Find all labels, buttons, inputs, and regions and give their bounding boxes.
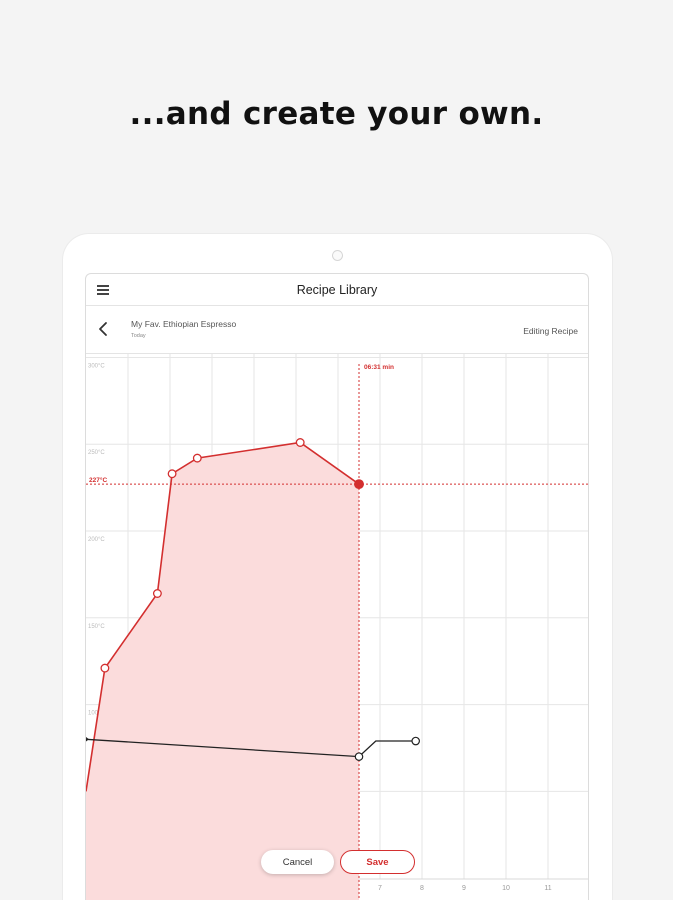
- temperature-point-handle[interactable]: [295, 438, 305, 447]
- recipe-date: Today: [131, 333, 146, 339]
- selected-point-handle[interactable]: [354, 479, 364, 490]
- secondary-point-handle[interactable]: [411, 736, 421, 746]
- headline: ...and create your own.: [129, 96, 544, 132]
- editing-status: Editing Recipe: [523, 326, 578, 336]
- temperature-point-handle[interactable]: [100, 663, 110, 673]
- x-tick-label: 9: [462, 885, 466, 892]
- recipe-bar: My Fav. Ethiopian Espresso Today Editing…: [86, 306, 588, 354]
- y-tick-label: 150°C: [88, 624, 105, 630]
- roast-profile-chart[interactable]: 300°C250°C200°C150°C100°C50°C12345678910…: [86, 354, 589, 900]
- top-app-bar: Recipe Library: [86, 274, 588, 306]
- save-button[interactable]: Save: [340, 850, 415, 874]
- page-title: Recipe Library: [296, 282, 378, 297]
- hamburger-menu-icon[interactable]: [97, 285, 109, 295]
- roast-profile-svg[interactable]: 300°C250°C200°C150°C100°C50°C12345678910…: [86, 354, 589, 900]
- app-screen: Recipe Library My Fav. Ethiopian Espress…: [85, 273, 589, 900]
- cursor-time-label: 06:31 min: [364, 364, 394, 371]
- chevron-left-icon[interactable]: [96, 320, 112, 338]
- temperature-point-handle[interactable]: [167, 469, 177, 479]
- temperature-area: [86, 442, 359, 900]
- tablet-frame: Recipe Library My Fav. Ethiopian Espress…: [63, 234, 612, 900]
- y-tick-label: 250°C: [88, 450, 105, 456]
- y-tick-label: 200°C: [88, 537, 105, 543]
- secondary-point-handle[interactable]: [354, 752, 364, 761]
- camera-icon: [332, 250, 343, 261]
- x-tick-label: 1: [588, 885, 589, 892]
- cancel-button[interactable]: Cancel: [261, 850, 334, 874]
- x-tick-label: 11: [544, 885, 551, 892]
- temperature-point-handle[interactable]: [192, 453, 202, 463]
- y-tick-label: 300°C: [88, 363, 105, 369]
- x-tick-label: 8: [420, 885, 424, 892]
- x-tick-label: 10: [502, 885, 510, 892]
- recipe-name: My Fav. Ethiopian Espresso: [131, 319, 237, 329]
- temperature-point-handle[interactable]: [152, 589, 162, 598]
- x-tick-label: 7: [378, 885, 382, 892]
- cursor-temp-label: 227°C: [89, 476, 107, 484]
